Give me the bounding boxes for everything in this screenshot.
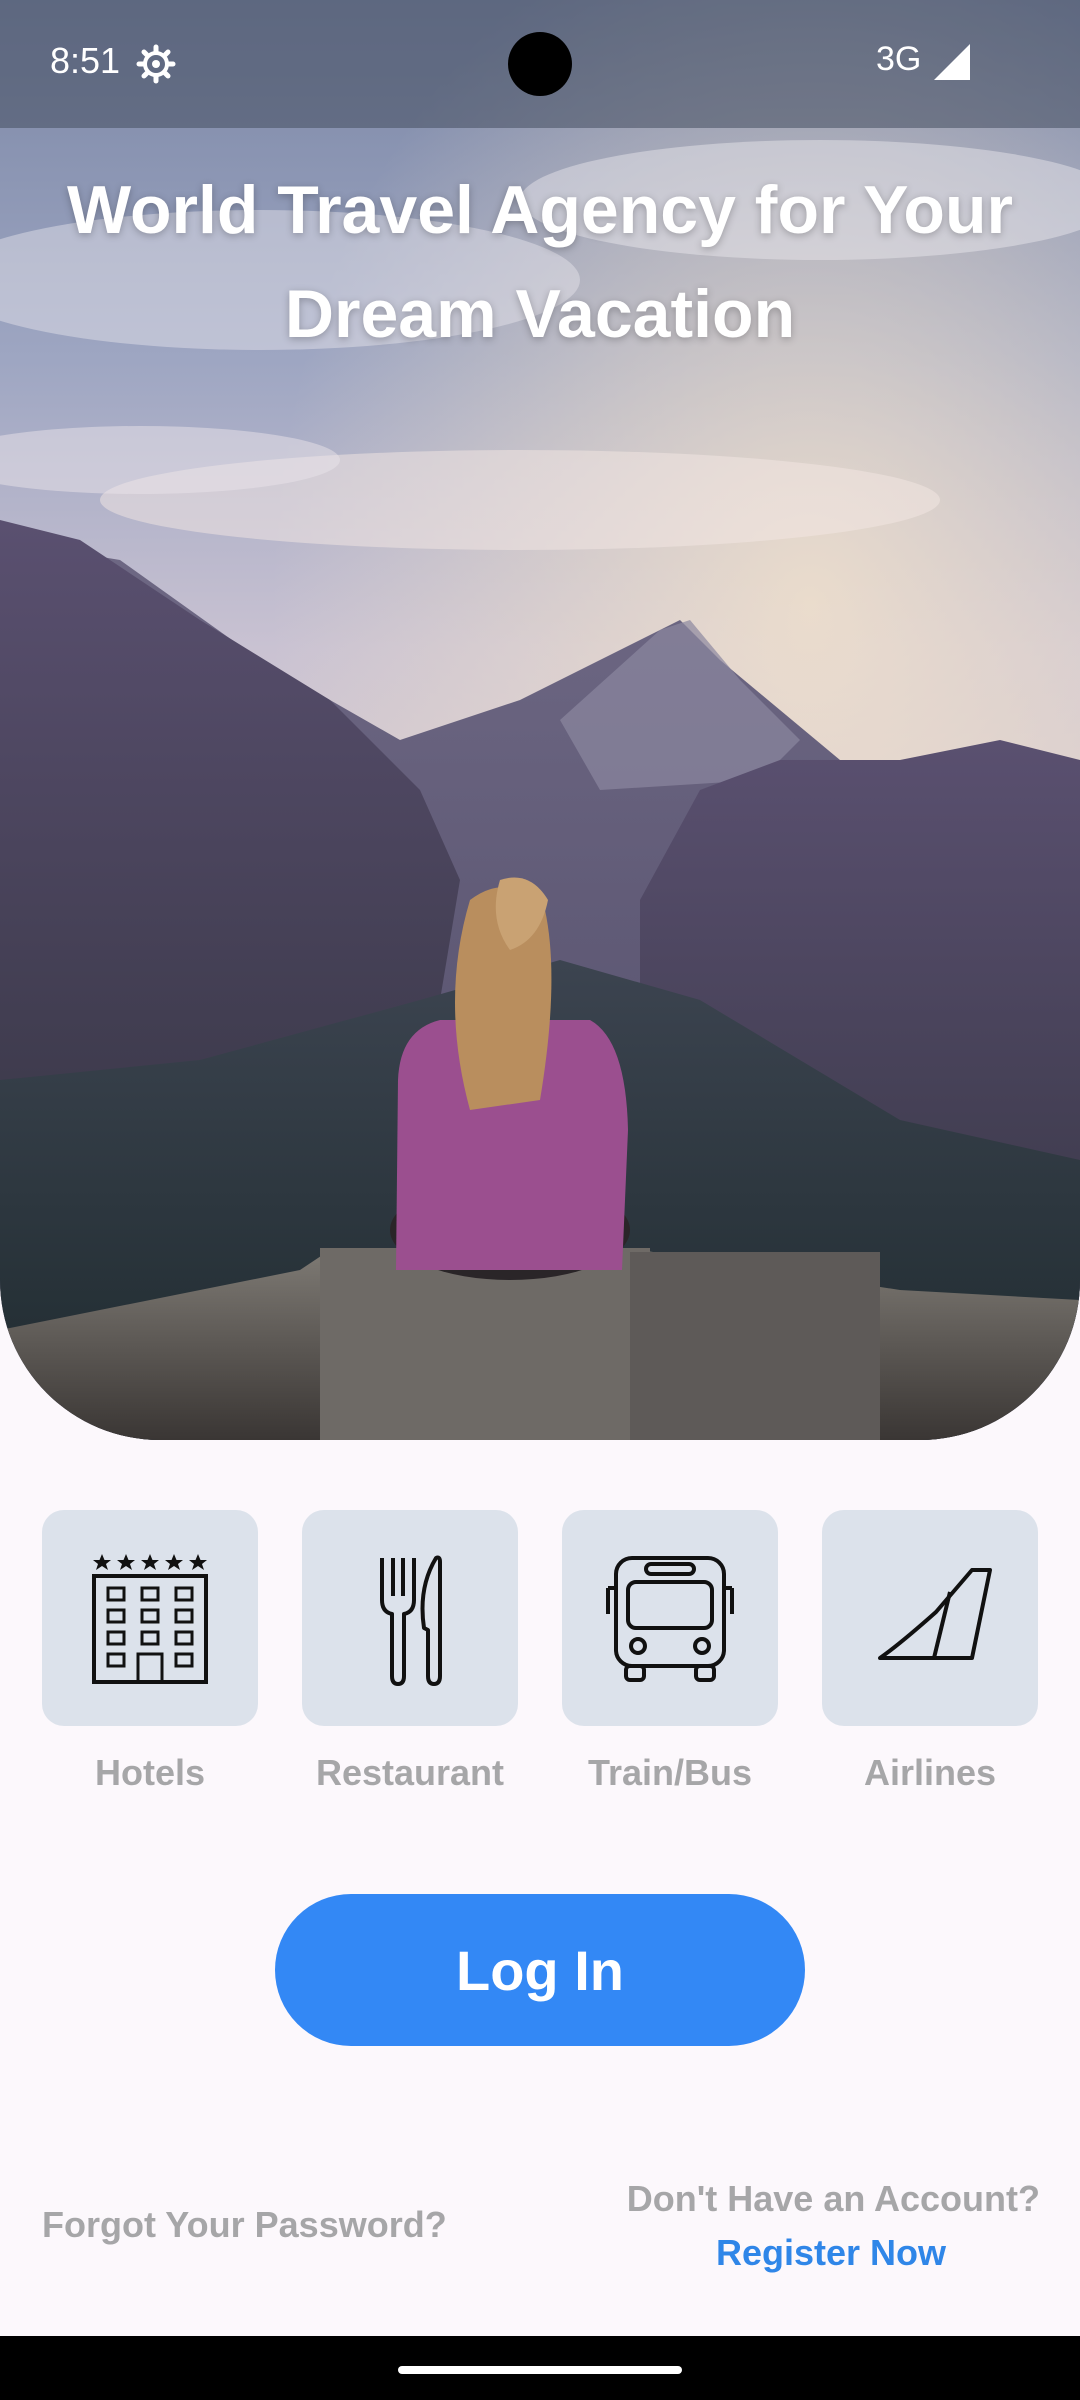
category-airlines[interactable]: Airlines bbox=[822, 1510, 1038, 1794]
category-label: Airlines bbox=[863, 1752, 997, 1793]
status-time: 8:51 bbox=[50, 40, 121, 81]
login-button[interactable]: Log In bbox=[275, 1894, 805, 2046]
hero-title: World Travel Agency for Your Dream Vacat… bbox=[67, 172, 1013, 352]
app-screen: 8:51 3G World Travel Agency for Your Dre… bbox=[0, 0, 1080, 2400]
bus-icon bbox=[606, 1556, 734, 1682]
hotel-icon bbox=[92, 1554, 208, 1684]
register-now-link[interactable]: Register Now bbox=[620, 2232, 1040, 2274]
restaurant-icon bbox=[380, 1555, 442, 1686]
category-tile[interactable] bbox=[42, 1510, 258, 1726]
category-tile[interactable] bbox=[302, 1510, 518, 1726]
network-type: 3G bbox=[876, 40, 922, 78]
category-tile[interactable] bbox=[822, 1510, 1038, 1726]
category-label: Restaurant bbox=[315, 1752, 505, 1793]
category-hotels[interactable]: Hotels bbox=[42, 1510, 258, 1794]
category-label: Hotels bbox=[94, 1752, 206, 1793]
signal-icon bbox=[934, 44, 970, 80]
no-account-text: Don't Have an Account? bbox=[626, 2178, 1040, 2219]
category-grid: Hotels Restaurant Train/Bus Airlines bbox=[42, 1510, 1038, 1810]
navigation-bar bbox=[0, 2336, 1080, 2400]
forgot-password-link[interactable]: Forgot Your Password? bbox=[42, 2204, 447, 2246]
gear-icon bbox=[136, 44, 176, 84]
home-indicator[interactable] bbox=[398, 2366, 682, 2374]
category-tile[interactable] bbox=[562, 1510, 778, 1726]
status-bar: 8:51 3G bbox=[0, 0, 1080, 128]
camera-cutout bbox=[508, 32, 572, 96]
category-restaurant[interactable]: Restaurant bbox=[302, 1510, 518, 1794]
airline-tail-icon bbox=[878, 1568, 992, 1660]
category-train-bus[interactable]: Train/Bus bbox=[562, 1510, 778, 1794]
category-label: Train/Bus bbox=[587, 1752, 753, 1793]
